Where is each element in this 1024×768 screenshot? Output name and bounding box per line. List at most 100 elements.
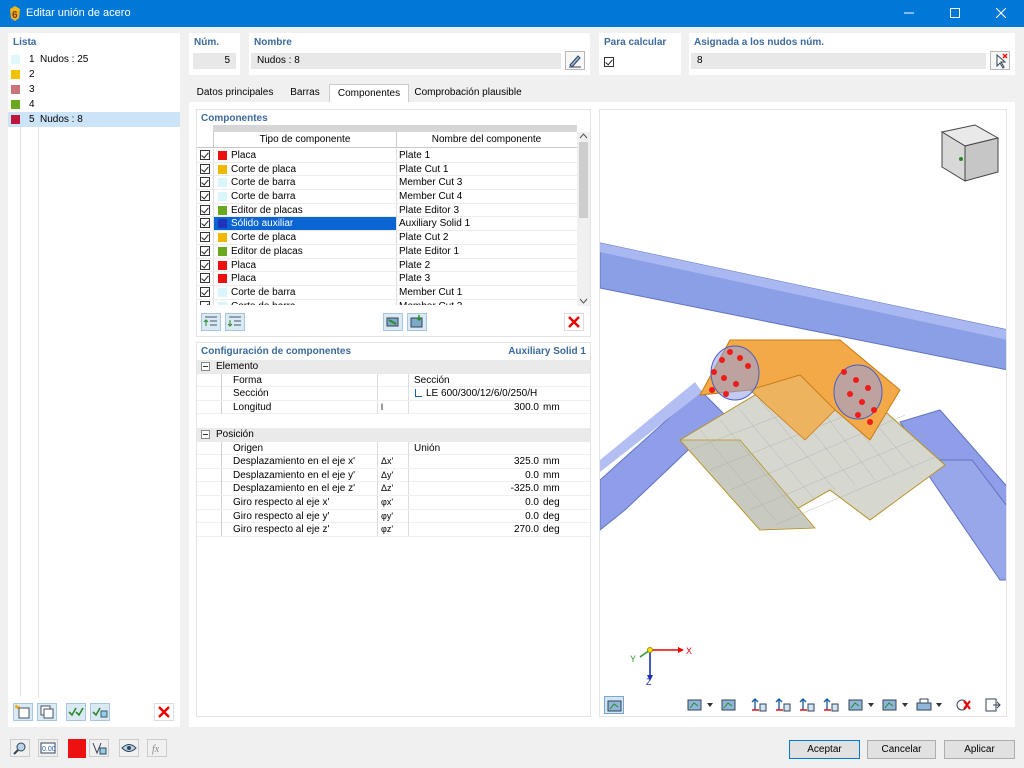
config-row-value[interactable]: Unión xyxy=(414,442,440,455)
num-input[interactable]: 5 xyxy=(193,53,236,69)
units-button[interactable] xyxy=(89,739,109,757)
search-button[interactable] xyxy=(10,739,30,757)
component-checkbox[interactable] xyxy=(200,163,210,174)
config-row[interactable]: Sección LE 600/300/12/6/0/250/H xyxy=(197,387,590,401)
component-row[interactable]: Corte de placa Plate Cut 2 xyxy=(197,231,577,245)
component-row[interactable]: Corte de barra Member Cut 4 xyxy=(197,190,577,204)
edit-name-button[interactable] xyxy=(565,51,585,70)
component-type-cell[interactable]: Placa xyxy=(213,149,397,162)
component-row[interactable]: Placa Plate 2 xyxy=(197,258,577,273)
formula-button[interactable]: fx xyxy=(147,739,167,757)
name-input[interactable]: Nudos : 8 xyxy=(251,53,561,69)
component-checkbox[interactable] xyxy=(200,150,210,160)
component-name-cell[interactable]: Plate Editor 1 xyxy=(399,245,459,258)
list-item[interactable]: 5 Nudos : 8 xyxy=(8,112,180,127)
component-name-cell[interactable]: Member Cut 4 xyxy=(399,190,462,203)
component-checkbox[interactable] xyxy=(200,177,210,188)
check-selected-button[interactable] xyxy=(90,703,110,721)
config-row[interactable]: Giro respecto al eje y' φy' 0.0 deg xyxy=(197,509,590,524)
component-type-cell[interactable]: Editor de placas xyxy=(213,244,397,258)
config-row[interactable]: Forma Sección xyxy=(197,373,590,388)
col-header-name[interactable]: Nombre del componente xyxy=(396,132,577,147)
component-name-cell[interactable]: Plate 1 xyxy=(399,149,430,162)
color-button[interactable] xyxy=(68,739,86,758)
config-row[interactable]: Origen Unión xyxy=(197,441,590,456)
exit-button[interactable] xyxy=(983,696,1003,714)
calc-checkbox[interactable] xyxy=(604,57,614,67)
collapse-icon[interactable] xyxy=(201,429,210,439)
component-name-cell[interactable]: Plate Cut 1 xyxy=(399,163,448,176)
component-row[interactable]: Corte de barra Member Cut 2 xyxy=(197,299,577,305)
apply-button[interactable]: Aplicar xyxy=(944,740,1015,759)
config-row[interactable]: Giro respecto al eje x' φx' 0.0 deg xyxy=(197,495,590,510)
component-type-cell[interactable]: Corte de placa xyxy=(213,162,397,176)
component-checkbox[interactable] xyxy=(200,191,210,202)
config-row-value[interactable]: 325.0 xyxy=(411,455,539,468)
move-up-button[interactable] xyxy=(201,313,221,331)
component-checkbox[interactable] xyxy=(200,218,210,229)
component-name-cell[interactable]: Plate Cut 2 xyxy=(399,231,448,244)
component-row[interactable]: Sólido auxiliar Auxiliary Solid 1 xyxy=(197,217,577,232)
component-name-cell[interactable]: Plate Editor 3 xyxy=(399,204,459,217)
component-name-cell[interactable]: Auxiliary Solid 1 xyxy=(399,217,470,230)
copy-item-button[interactable] xyxy=(37,703,57,721)
view-z-button[interactable] xyxy=(797,696,817,714)
display-options-dropdown[interactable] xyxy=(705,696,715,714)
component-row[interactable]: Editor de placas Plate Editor 3 xyxy=(197,203,577,218)
delete-item-button[interactable] xyxy=(154,703,174,721)
list-item[interactable]: 2 xyxy=(8,67,180,82)
component-name-cell[interactable]: Plate 2 xyxy=(399,259,430,272)
component-type-cell[interactable]: Placa xyxy=(213,272,397,286)
maximize-button[interactable] xyxy=(932,0,978,27)
component-type-cell[interactable]: Corte de barra xyxy=(213,299,397,305)
minimize-button[interactable] xyxy=(886,0,932,27)
config-row[interactable]: Desplazamiento en el eje y' Δy' 0.0 mm xyxy=(197,468,590,483)
tab-barras[interactable]: Barras xyxy=(283,84,327,102)
display-options-button[interactable] xyxy=(685,696,705,714)
component-row[interactable]: Corte de barra Member Cut 3 xyxy=(197,176,577,191)
config-row-value[interactable]: LE 600/300/12/6/0/250/H xyxy=(426,387,537,400)
component-checkbox[interactable] xyxy=(200,273,210,284)
config-row[interactable]: Longitud l 300.0 mm xyxy=(197,400,590,415)
config-row-value[interactable]: 0.0 xyxy=(411,469,539,482)
list-item[interactable]: 1 Nudos : 25 xyxy=(8,52,180,67)
component-type-cell[interactable]: Corte de barra xyxy=(213,190,397,204)
print-button[interactable] xyxy=(914,696,934,714)
render-button[interactable] xyxy=(719,696,739,714)
component-type-cell[interactable]: Placa xyxy=(213,258,397,272)
components-scrollbar[interactable] xyxy=(577,132,590,306)
config-row-value[interactable]: Sección xyxy=(414,374,450,387)
scrollbar-thumb[interactable] xyxy=(579,142,588,218)
component-checkbox[interactable] xyxy=(200,232,210,243)
component-name-cell[interactable]: Plate 3 xyxy=(399,272,430,285)
scroll-up-icon[interactable] xyxy=(579,132,588,140)
view-minus-y-button[interactable] xyxy=(773,696,793,714)
config-row-value[interactable]: 270.0 xyxy=(411,523,539,536)
config-row-value[interactable]: -325.0 xyxy=(411,482,539,495)
viewport-3d[interactable]: X Y Z xyxy=(599,109,1007,717)
wireframe-dropdown[interactable] xyxy=(900,696,910,714)
collapse-icon[interactable] xyxy=(201,362,210,371)
config-row[interactable]: Desplazamiento en el eje x' Δx' 325.0 mm xyxy=(197,455,590,469)
config-section-header[interactable]: Posición xyxy=(197,427,590,442)
move-down-button[interactable] xyxy=(225,313,245,331)
component-row[interactable]: Editor de placas Plate Editor 1 xyxy=(197,244,577,259)
view-cube[interactable] xyxy=(940,124,1000,182)
component-checkbox[interactable] xyxy=(200,286,210,297)
save-component-button[interactable] xyxy=(407,313,427,331)
component-type-cell[interactable]: Editor de placas xyxy=(213,203,397,217)
component-name-cell[interactable]: Member Cut 2 xyxy=(399,300,462,305)
tab-comprobacion[interactable]: Comprobación plausible xyxy=(409,84,527,102)
tab-datos-principales[interactable]: Datos principales xyxy=(189,84,281,102)
config-row[interactable]: Desplazamiento en el eje z' Δz' -325.0 mm xyxy=(197,482,590,496)
component-checkbox[interactable] xyxy=(200,300,210,305)
view-minus-z-button[interactable] xyxy=(821,696,841,714)
component-row[interactable]: Corte de placa Plate Cut 1 xyxy=(197,162,577,177)
new-item-button[interactable] xyxy=(13,703,33,721)
delete-component-button[interactable] xyxy=(564,313,584,331)
component-row[interactable]: Placa Plate 1 xyxy=(197,149,577,163)
view-x-button[interactable] xyxy=(749,696,769,714)
decimal-places-button[interactable]: 0.00 xyxy=(38,739,58,757)
component-type-cell[interactable]: Corte de placa xyxy=(213,231,397,245)
list-item[interactable]: 3 xyxy=(8,82,180,97)
